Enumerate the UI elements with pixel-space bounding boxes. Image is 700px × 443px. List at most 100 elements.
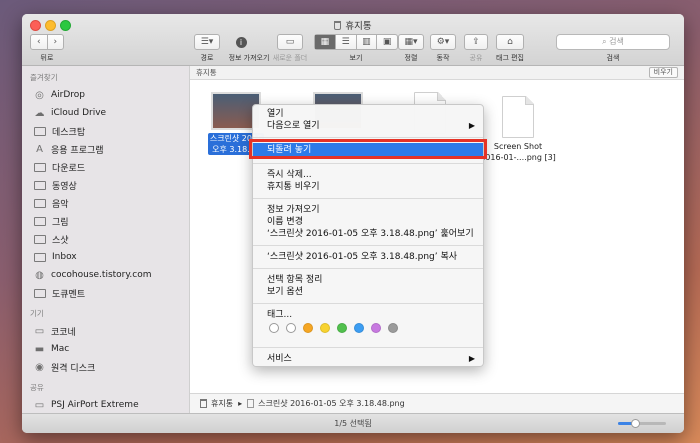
menu-item-open[interactable]: 열기 [253, 108, 483, 120]
menu-item-quick-look[interactable]: ‘스크린샷 2016-01-05 오후 3.18.48.png’ 훑어보기 [253, 228, 483, 240]
sidebar-item[interactable]: ☁ iCloud Drive [22, 104, 189, 122]
slider-knob[interactable] [630, 419, 640, 428]
trash-icon [334, 21, 342, 30]
content-header: 휴지통 비우기 [190, 66, 684, 80]
tag-color-dot[interactable] [371, 323, 381, 333]
menu-item-get-info[interactable]: 정보 가져오기 [253, 204, 483, 216]
sidebar-item-label: Inbox [52, 252, 77, 262]
search-input[interactable]: ⌕ 검색 [556, 34, 670, 50]
sidebar-item[interactable]: 다운로드 [22, 158, 189, 176]
sidebar-item[interactable]: 도큐멘트 [22, 284, 189, 302]
sidebar-item[interactable]: ▭ PSJ AirPort Extreme [22, 396, 189, 414]
list-view-icon[interactable]: ☰ [336, 35, 357, 49]
new-folder-button[interactable]: ▭ [277, 34, 303, 50]
sidebar-item[interactable]: ◎ AirDrop [22, 86, 189, 104]
sidebar-item[interactable]: ◍ cocohouse.tistory.com [22, 266, 189, 284]
arrange-button[interactable]: ▦▾ [398, 34, 424, 50]
arrange-label: 정렬 [404, 54, 418, 62]
tag-color-dot[interactable] [269, 323, 279, 333]
sidebar-item[interactable]: 스샷 [22, 230, 189, 248]
sidebar-item[interactable]: 동영상 [22, 176, 189, 194]
new-folder-label: 새로운 폴더 [272, 54, 308, 62]
nav-label: 뒤로 [40, 54, 54, 62]
sidebar-item[interactable]: 그림 [22, 212, 189, 230]
submenu-arrow-icon: ▶ [468, 354, 475, 363]
folder-icon [34, 198, 46, 208]
status-bar: 1/5 선택됨 [22, 413, 684, 433]
menu-item-services[interactable]: 서비스 ▶ [253, 353, 483, 365]
back-forward-control[interactable]: ‹ › [30, 34, 64, 50]
menu-separator [253, 245, 483, 246]
sidebar-item[interactable]: Inbox [22, 248, 189, 266]
sidebar-item[interactable]: ▬ Mac [22, 340, 189, 358]
path-button[interactable]: ☰▾ [194, 34, 220, 50]
apps-icon: A [36, 143, 43, 155]
grid-icon: ▦▾ [404, 37, 418, 47]
sidebar-item-label: 데스크탑 [52, 127, 86, 138]
folder-icon [34, 126, 46, 136]
tag-color-dot[interactable] [354, 323, 364, 333]
sidebar-item-label: 응용 프로그램 [51, 145, 104, 156]
tag-color-dot[interactable] [388, 323, 398, 333]
tag-color-dot[interactable] [337, 323, 347, 333]
tag-color-row [253, 321, 483, 335]
folder-icon [34, 234, 46, 244]
menu-item-delete-now[interactable]: 즉시 삭제... [253, 169, 483, 181]
sidebar-item[interactable]: A 응용 프로그램 [22, 140, 189, 158]
tag-color-dot[interactable] [303, 323, 313, 333]
sidebar-item-label: 음악 [52, 199, 69, 210]
share-icon: ⇪ [472, 37, 480, 47]
menu-item-tags[interactable]: 태그... [253, 309, 483, 321]
sidebar-item[interactable]: ◉ 원격 디스크 [22, 358, 189, 376]
icon-view-icon[interactable]: ▦ [315, 35, 336, 49]
path-label: 경로 [200, 54, 214, 62]
sidebar-item-label: AirDrop [51, 90, 86, 100]
tag-color-dot[interactable] [320, 323, 330, 333]
path-file[interactable]: 스크린샷 2016-01-05 오후 3.18.48.png [258, 398, 405, 409]
cover-flow-icon[interactable]: ▣ [377, 35, 397, 49]
search-label: 검색 [606, 54, 620, 62]
sidebar-item-label: iCloud Drive [51, 108, 107, 118]
chevron-right-icon[interactable]: › [48, 35, 64, 49]
computer-icon: ▭ [34, 325, 45, 337]
location-title: 휴지통 [196, 68, 217, 77]
action-button[interactable]: ⚙▾ [430, 34, 456, 50]
file-item[interactable]: Screen Shot 2016-01-....png [3] [474, 96, 562, 163]
submenu-arrow-icon: ▶ [468, 121, 475, 130]
sidebar-item[interactable]: 데스크탑 [22, 122, 189, 140]
airport-icon: ▭ [34, 399, 45, 411]
share-button[interactable]: ⇪ [464, 34, 488, 50]
sidebar-item-label: 스샷 [52, 235, 69, 246]
sidebar-header-shared: 공유 [30, 383, 44, 392]
empty-trash-button[interactable]: 비우기 [648, 67, 678, 78]
sidebar-item-label: Mac [51, 344, 70, 354]
getinfo-button[interactable]: i [228, 34, 254, 50]
sidebar-item-label: 다운로드 [52, 163, 86, 174]
view-label: 보기 [349, 54, 363, 62]
sidebar-header-favorites: 즐겨찾기 [30, 73, 58, 82]
column-view-icon[interactable]: ▥ [357, 35, 378, 49]
path-root[interactable]: 휴지통 [211, 398, 233, 409]
menu-item-open-with[interactable]: 다음으로 열기 ▶ [253, 120, 483, 132]
disk-icon: ▬ [34, 343, 45, 355]
toolbar: 휴지통 ‹ › 뒤로 ☰▾ 경로 i 정보 가져오기 ▭ 새로운 폴더 ▦ ☰ … [22, 14, 684, 66]
action-label: 동작 [436, 54, 450, 62]
menu-item-open-with-label: 다음으로 열기 [267, 121, 320, 131]
menu-item-empty-trash[interactable]: 휴지통 비우기 [253, 181, 483, 193]
menu-separator [253, 303, 483, 304]
view-mode-control[interactable]: ▦ ☰ ▥ ▣ [314, 34, 398, 50]
sidebar-item[interactable]: ▭ 코코네 [22, 322, 189, 340]
airdrop-icon: ◎ [35, 89, 44, 101]
menu-item-view-options[interactable]: 보기 옵션 [253, 286, 483, 298]
menu-item-copy[interactable]: ‘스크린샷 2016-01-05 오후 3.18.48.png’ 복사 [253, 251, 483, 263]
chevron-left-icon[interactable]: ‹ [31, 35, 48, 49]
tag-color-dot[interactable] [286, 323, 296, 333]
menu-item-rename[interactable]: 이름 변경 [253, 216, 483, 228]
search-placeholder: 검색 [609, 37, 624, 46]
sidebar-item[interactable]: 음악 [22, 194, 189, 212]
icon-size-slider[interactable] [618, 419, 666, 428]
edit-tags-button[interactable]: ⌂ [496, 34, 524, 50]
sidebar-header-devices: 기기 [30, 309, 44, 318]
folder-icon [34, 252, 46, 262]
menu-item-clean-up[interactable]: 선택 항목 정리 [253, 274, 483, 286]
